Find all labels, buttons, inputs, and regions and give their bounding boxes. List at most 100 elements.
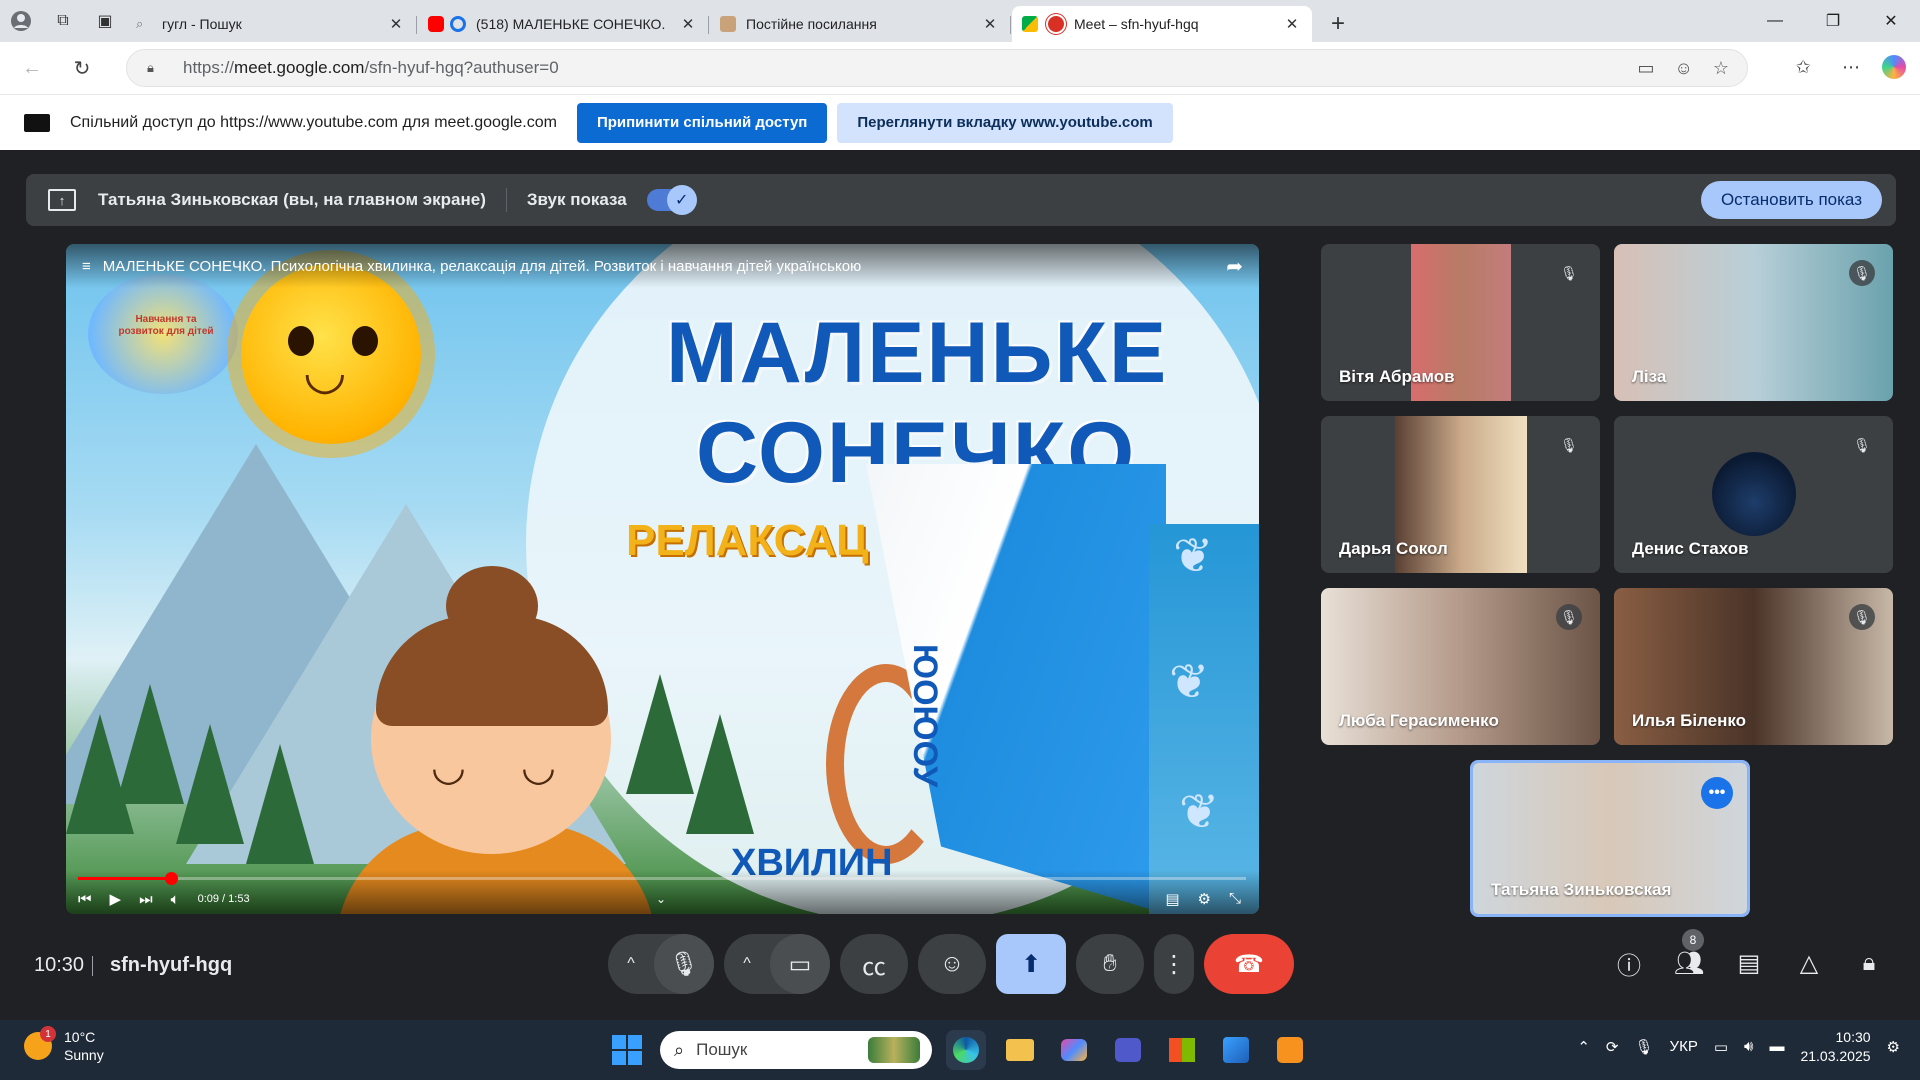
taskbar: 1 10°C Sunny ⌕ Пошук ⌃ ⟳ 🎙︎ УКР ▭ 🔊︎ ▬ 1… <box>0 1020 1920 1080</box>
more-options-button[interactable]: ⋮ <box>1154 934 1194 994</box>
host-controls-icon[interactable]: 🔒︎ <box>1850 939 1888 987</box>
audio-options-chevron-icon[interactable]: ^ <box>608 955 654 973</box>
stop-sharing-button[interactable]: Припинити спільний доступ <box>576 102 828 143</box>
battery-icon[interactable]: ▬ <box>1769 1038 1784 1055</box>
volume-icon[interactable]: 🔈︎ <box>171 891 180 908</box>
close-icon[interactable]: ✕ <box>980 15 1000 33</box>
screenshot-app-icon[interactable] <box>1270 1030 1310 1070</box>
back-icon[interactable]: ← <box>14 50 50 86</box>
exit-fullscreen-icon[interactable]: ⤡ <box>1229 890 1241 908</box>
close-icon[interactable]: ✕ <box>678 15 698 33</box>
close-window-icon[interactable]: ✕ <box>1862 0 1920 42</box>
participant-tile[interactable]: Вітя Абрамов 🎙︎ <box>1321 244 1600 401</box>
slide-subtitle: РЕЛАКСАЦ <box>626 516 869 565</box>
leave-call-button[interactable]: ☎︎ <box>1204 934 1294 994</box>
tab-meet[interactable]: Meet – sfn-hyuf-hgq ✕ <box>1010 6 1312 42</box>
previous-icon[interactable]: ⏮︎ <box>78 891 92 908</box>
meeting-code: sfn-hyuf-hgq <box>110 954 233 976</box>
taskbar-search[interactable]: ⌕ Пошук <box>660 1031 932 1069</box>
participant-tile[interactable]: Илья Біленко 🎙︎ <box>1614 588 1893 745</box>
minimize-icon[interactable]: — <box>1746 0 1804 42</box>
participant-name: Дарья Сокол <box>1339 539 1448 558</box>
participant-tile[interactable]: Дарья Сокол 🎙︎ <box>1321 416 1600 573</box>
microphone-tray-icon[interactable]: 🎙︎ <box>1635 1038 1654 1056</box>
lock-icon[interactable]: 🔒︎ <box>147 60 163 76</box>
playlist-icon[interactable]: ≡ <box>82 258 91 275</box>
next-icon[interactable]: ⏭︎ <box>139 891 153 908</box>
video-title[interactable]: МАЛЕНЬКЕ СОНЕЧКО. Психологічна хвилинка,… <box>103 258 862 275</box>
more-menu-icon[interactable]: ⋯ <box>1834 50 1868 84</box>
close-icon[interactable]: ✕ <box>386 15 406 33</box>
favorites-icon[interactable]: ✩ <box>1786 50 1820 84</box>
shared-screen[interactable]: Навчання та розвиток для дітей ◡ ◡ МАЛЕН… <box>66 244 1259 914</box>
view-tab-button[interactable]: Переглянути вкладку www.youtube.com <box>837 102 1173 143</box>
taskbar-clock[interactable]: 10:30 21.03.2025 <box>1800 1028 1870 1066</box>
vertical-tabs-icon[interactable]: ▣ <box>91 7 119 35</box>
volume-tray-icon[interactable]: 🔊︎ <box>1744 1038 1753 1055</box>
tab-title: Meet – sfn-hyuf-hgq <box>1074 16 1199 32</box>
reload-icon[interactable]: ↻ <box>64 50 100 86</box>
subtitles-icon[interactable]: ▤ <box>1165 890 1179 908</box>
video-options-chevron-icon[interactable]: ^ <box>724 955 770 973</box>
search-placeholder: Пошук <box>696 1040 748 1059</box>
monk-eye: ◡ <box>521 745 556 789</box>
address-bar[interactable]: 🔒︎ https://meet.google.com/sfn-hyuf-hgq?… <box>126 49 1748 87</box>
notifications-icon[interactable]: ⚙︎ <box>1887 1038 1900 1056</box>
tab-google-search[interactable]: ⌕ гугл - Пошук ✕ <box>126 6 416 42</box>
reactions-button[interactable]: ☺ <box>918 934 986 994</box>
file-explorer-icon[interactable] <box>1000 1030 1040 1070</box>
teams-icon[interactable] <box>1108 1030 1148 1070</box>
divider <box>505 188 507 212</box>
copilot-icon[interactable] <box>1882 55 1906 79</box>
presentation-audio-toggle[interactable]: ✓ <box>646 185 697 215</box>
store-icon[interactable] <box>1162 1030 1202 1070</box>
meeting-tools: ⓘ 👥︎ 8 ▤ △ 🔒︎ <box>1610 929 1888 987</box>
page-icon <box>720 16 736 32</box>
participant-tile[interactable]: Денис Стахов 🎙︎ <box>1614 416 1893 573</box>
copilot-app-icon[interactable] <box>1054 1030 1094 1070</box>
microphone-button[interactable]: 🎙︎ <box>654 934 714 994</box>
network-icon[interactable]: ▭ <box>1714 1038 1728 1056</box>
share-icon[interactable]: ➦ <box>1226 254 1243 279</box>
presenter-label: Татьяна Зиньковская (вы, на главном экра… <box>98 190 486 209</box>
activities-icon[interactable]: △ <box>1790 939 1828 987</box>
people-icon[interactable]: 👥︎ 8 <box>1670 929 1708 987</box>
video-progress-bar[interactable] <box>78 872 1246 885</box>
camera-in-use-icon[interactable]: ▭ <box>1637 58 1654 79</box>
input-language[interactable]: УКР <box>1670 1038 1698 1055</box>
chat-icon[interactable]: ▤ <box>1730 939 1768 987</box>
camera-button[interactable]: ▭ <box>770 934 830 994</box>
show-hidden-icons-chevron[interactable]: ⌃ <box>1577 1038 1590 1056</box>
url-text[interactable]: https://meet.google.com/sfn-hyuf-hgq?aut… <box>183 58 1637 78</box>
participant-tile[interactable]: Люба Герасименко 🎙︎ <box>1321 588 1600 745</box>
tab-youtube[interactable]: (518) МАЛЕНЬКЕ СОНЕЧКО. ✕ <box>416 6 708 42</box>
video-controls-left: ⏮︎ ▶︎ ⏭︎ 🔈︎ 0:09 / 1:53 <box>78 890 250 909</box>
close-icon[interactable]: ✕ <box>1282 15 1302 33</box>
profile-icon[interactable] <box>7 7 35 35</box>
meeting-info-icon[interactable]: ⓘ <box>1610 939 1648 987</box>
self-view-tile[interactable]: Татьяна Зиньковская ••• <box>1470 760 1750 917</box>
play-icon[interactable]: ▶︎ <box>110 890 122 908</box>
stop-presenting-button[interactable]: Остановить показ <box>1700 181 1882 219</box>
favorite-star-icon[interactable]: ☆ <box>1713 58 1729 79</box>
restore-icon[interactable]: ❐ <box>1804 0 1862 42</box>
workspaces-icon[interactable]: ⧉ <box>49 7 77 35</box>
photos-icon[interactable] <box>1216 1030 1256 1070</box>
participant-name: Илья Біленко <box>1632 711 1747 730</box>
sync-icon[interactable]: ⟳ <box>1606 1038 1619 1056</box>
browser-tabbar: ⧉ ▣ ⌕ гугл - Пошук ✕ (518) МАЛЕНЬКЕ СОНЕ… <box>0 0 1920 42</box>
participant-tile[interactable]: Ліза 🎙︎ <box>1614 244 1893 401</box>
chevron-down-icon[interactable]: ⌄ <box>656 892 666 906</box>
reading-view-icon[interactable]: ☺ <box>1674 58 1692 79</box>
raise-hand-button[interactable]: ✋︎ <box>1076 934 1144 994</box>
present-now-button[interactable]: ⬆ <box>996 934 1066 994</box>
start-button[interactable] <box>612 1035 642 1065</box>
tab-permalink[interactable]: Постійне посилання ✕ <box>708 6 1010 42</box>
new-tab-button[interactable]: + <box>1320 6 1356 42</box>
more-options-icon[interactable]: ••• <box>1701 777 1733 809</box>
search-icon: ⌕ <box>674 1039 685 1060</box>
settings-gear-icon[interactable]: ⚙︎ <box>1198 890 1211 908</box>
edge-icon[interactable] <box>946 1030 986 1070</box>
weather-widget[interactable]: 1 10°C Sunny <box>24 1026 104 1064</box>
captions-button[interactable]: ㏄ <box>840 934 908 994</box>
